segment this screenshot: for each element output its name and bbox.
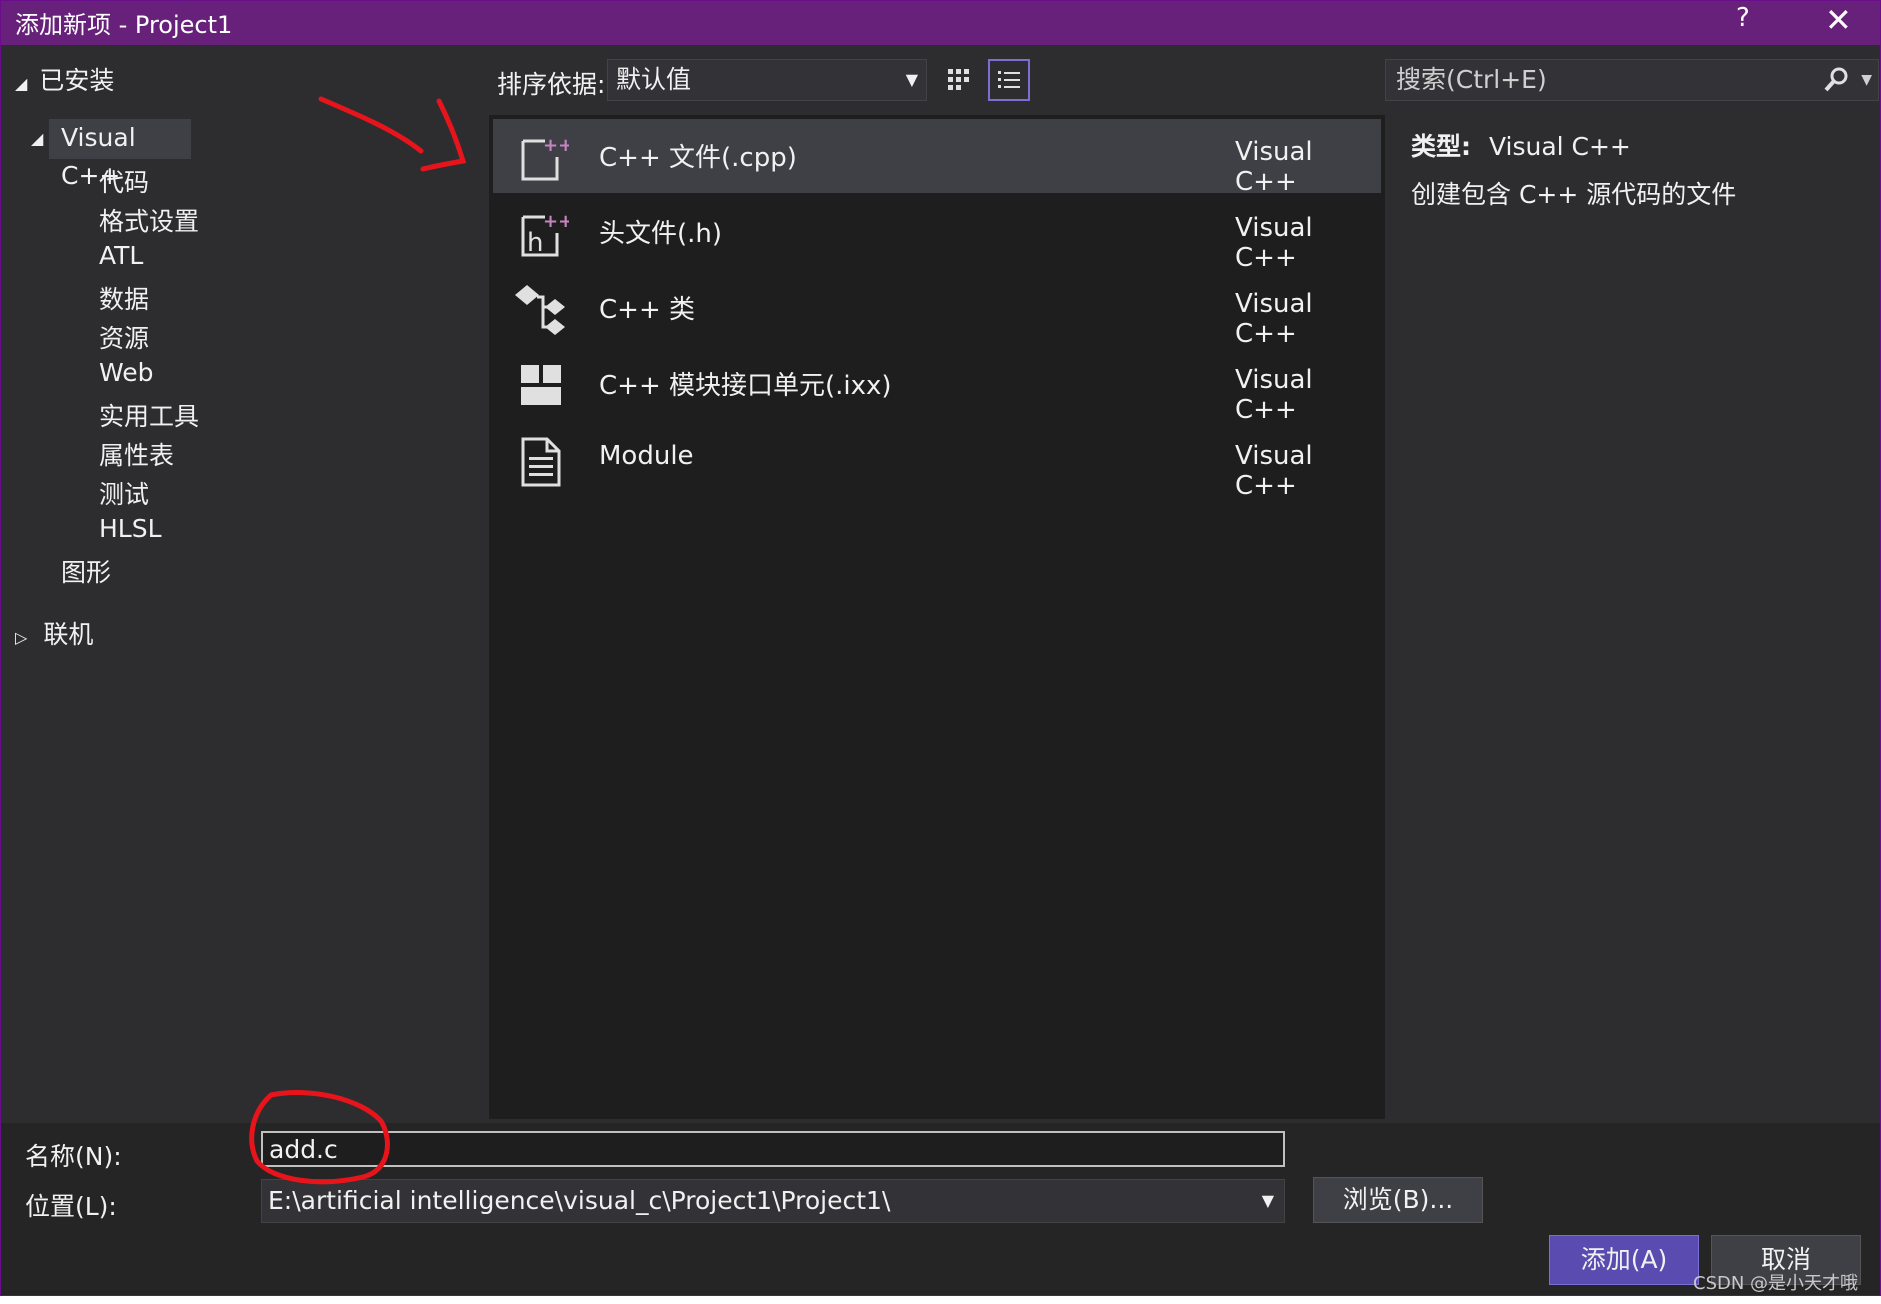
grid-view-button[interactable] — [938, 59, 980, 101]
grid-view-icon — [948, 69, 969, 90]
cpp-file-icon: ++ — [521, 135, 569, 181]
tree-item-visual-cpp[interactable]: Visual C++ — [49, 119, 191, 190]
location-value: E:\artificial intelligence\visual_c\Proj… — [268, 1186, 891, 1215]
list-view-button[interactable] — [988, 59, 1030, 101]
template-item-cpp-class[interactable]: C++ 类 Visual C++ — [493, 271, 1381, 349]
template-name: 头文件(.h) — [599, 219, 723, 249]
tree-item-installed[interactable]: ◢ 已安装 — [15, 61, 114, 97]
tree-item-label: 已安装 — [39, 66, 115, 95]
template-item-module-interface[interactable]: C++ 模块接口单元(.ixx) Visual C++ — [493, 347, 1381, 425]
svg-text:++: ++ — [543, 211, 569, 232]
tree-item-atl[interactable]: ATL — [99, 241, 143, 270]
dropdown-arrow-icon: ▼ — [1261, 1191, 1274, 1210]
collapse-icon[interactable]: ▷ — [15, 628, 27, 647]
template-language: Visual C++ — [1235, 289, 1313, 349]
module-interface-icon — [521, 365, 561, 405]
header-file-icon: h ++ — [521, 211, 569, 258]
window-title: 添加新项 - Project1 — [15, 11, 233, 39]
tree-item-label: 联机 — [43, 620, 94, 649]
tree-item-graphics[interactable]: 图形 — [61, 553, 111, 589]
title-bar: 添加新项 - Project1 ? ✕ — [1, 1, 1880, 45]
annotation-arrow — [318, 96, 467, 172]
location-label: 位置(L): — [25, 1192, 117, 1221]
svg-text:h: h — [527, 228, 543, 258]
template-item-module[interactable]: Module Visual C++ — [493, 423, 1381, 501]
tree-item-code[interactable]: 代码 — [99, 163, 149, 199]
detail-type: 类型: Visual C++ — [1411, 127, 1631, 163]
tree-item-web[interactable]: Web — [99, 358, 154, 387]
tree-item-resources[interactable]: 资源 — [99, 319, 149, 355]
template-language: Visual C++ — [1235, 213, 1313, 273]
name-label: 名称(N): — [25, 1142, 122, 1171]
add-new-item-dialog: 添加新项 - Project1 ? ✕ ◢ 已安装 ◢ Visual C++ 代码… — [0, 0, 1881, 1296]
sort-dropdown[interactable]: 默认值 ▼ — [607, 59, 927, 101]
tree-item-property-sheets[interactable]: 属性表 — [99, 436, 174, 472]
tree-item-online[interactable]: ▷ 联机 — [15, 615, 93, 651]
tree-item-hlsl[interactable]: HLSL — [99, 514, 162, 543]
detail-type-value: Visual C++ — [1488, 132, 1631, 161]
tree-item-data[interactable]: 数据 — [99, 280, 149, 316]
tree-item-utilities[interactable]: 实用工具 — [99, 397, 199, 433]
template-name: C++ 文件(.cpp) — [599, 143, 797, 173]
template-name: C++ 模块接口单元(.ixx) — [599, 371, 892, 401]
dropdown-arrow-icon: ▼ — [905, 70, 918, 89]
browse-button[interactable]: 浏览(B)... — [1313, 1177, 1483, 1223]
detail-type-label: 类型: — [1411, 132, 1471, 161]
module-document-icon — [521, 437, 561, 487]
template-item-header-file[interactable]: h ++ 头文件(.h) Visual C++ — [493, 195, 1381, 273]
detail-description: 创建包含 C++ 源代码的文件 — [1411, 180, 1737, 209]
list-view-icon — [998, 71, 1020, 88]
template-list[interactable]: ++ C++ 文件(.cpp) Visual C++ h ++ 头文件(.h) … — [489, 115, 1385, 1119]
help-button[interactable]: ? — [1736, 3, 1750, 33]
add-button[interactable]: 添加(A) — [1549, 1235, 1699, 1285]
template-name: C++ 类 — [599, 295, 695, 325]
template-language: Visual C++ — [1235, 365, 1313, 425]
expand-icon[interactable]: ◢ — [15, 74, 27, 93]
template-language: Visual C++ — [1235, 441, 1313, 501]
sort-value: 默认值 — [616, 65, 692, 94]
search-options-arrow-icon[interactable]: ▼ — [1861, 60, 1872, 100]
svg-text:++: ++ — [543, 135, 569, 156]
tree-item-test[interactable]: 测试 — [99, 475, 149, 511]
template-item-cpp-file[interactable]: ++ C++ 文件(.cpp) Visual C++ — [493, 119, 1381, 197]
search-icon[interactable] — [1822, 66, 1850, 94]
close-button[interactable]: ✕ — [1825, 1, 1852, 39]
search-placeholder: 搜索(Ctrl+E) — [1396, 65, 1547, 94]
cpp-class-icon — [515, 285, 565, 335]
name-input[interactable] — [261, 1131, 1285, 1167]
location-dropdown[interactable]: E:\artificial intelligence\visual_c\Proj… — [261, 1179, 1285, 1223]
template-name: Module — [599, 441, 694, 471]
expand-icon[interactable]: ◢ — [31, 129, 43, 148]
search-input[interactable]: 搜索(Ctrl+E) ▼ — [1385, 59, 1879, 101]
tree-item-formatting[interactable]: 格式设置 — [99, 202, 199, 238]
template-language: Visual C++ — [1235, 137, 1313, 197]
sort-label: 排序依据: — [497, 70, 606, 99]
watermark: CSDN @是小天才哦 — [1693, 1273, 1859, 1294]
